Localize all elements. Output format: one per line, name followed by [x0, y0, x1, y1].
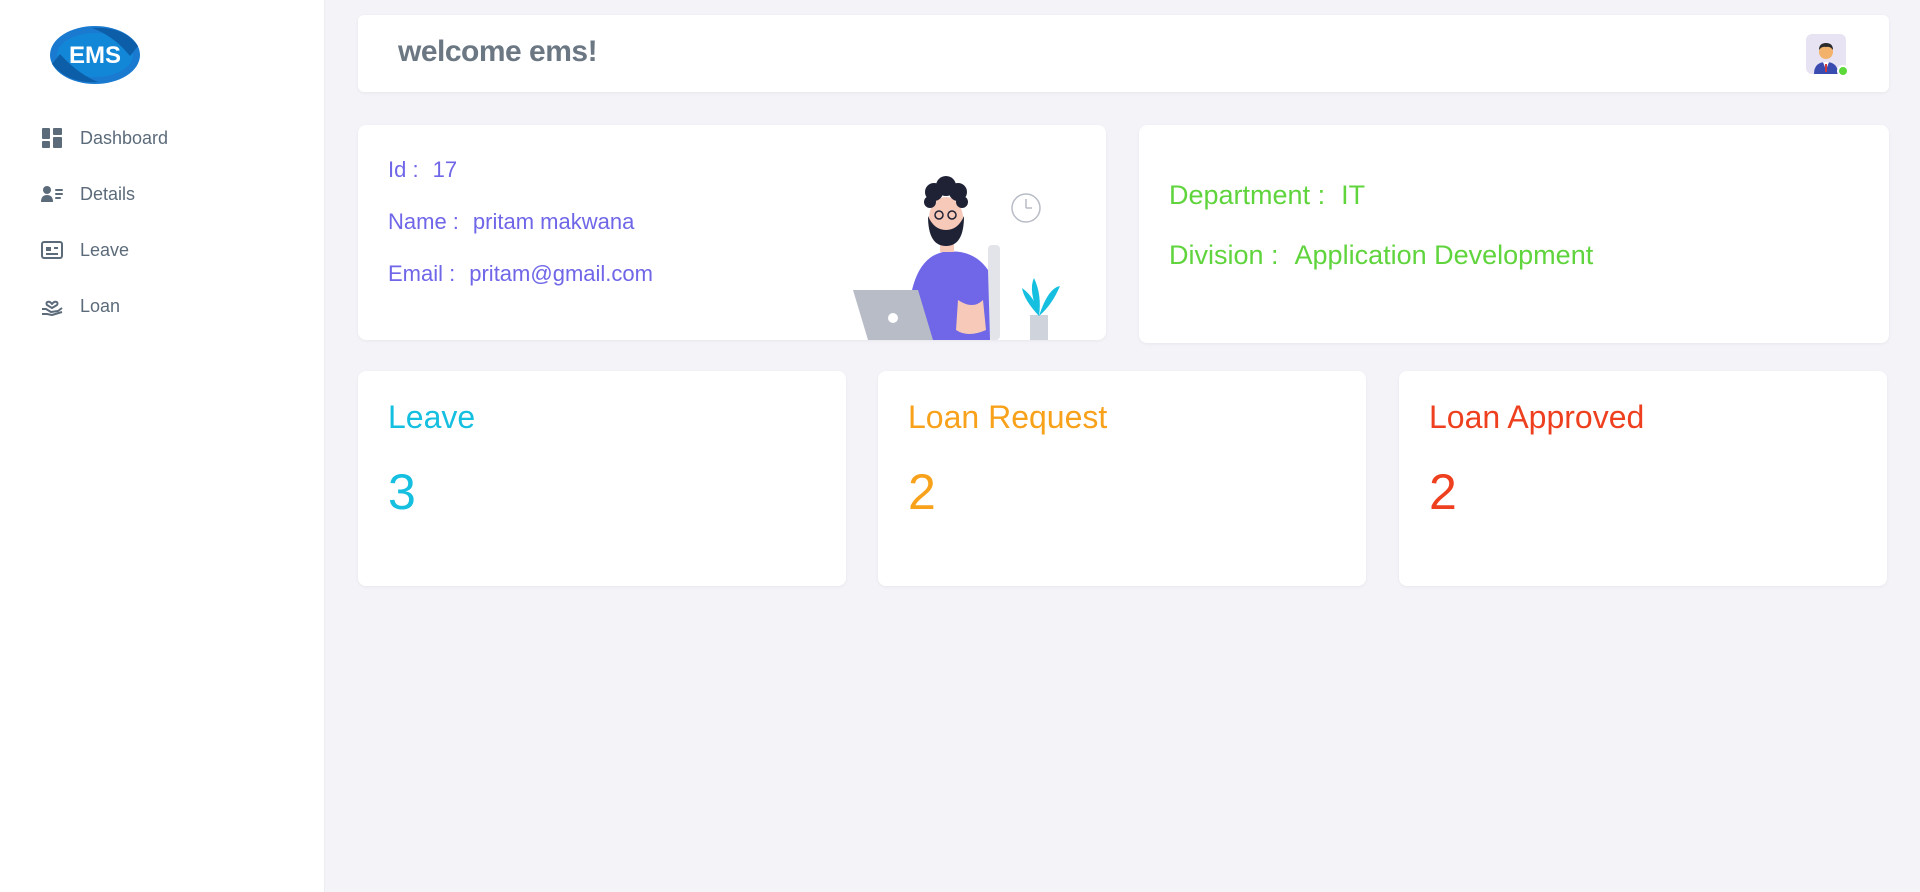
loan-approved-stat-value: 2: [1429, 464, 1457, 520]
leave-stat-title: Leave: [388, 399, 476, 435]
sidebar-item-details[interactable]: Details: [0, 166, 325, 222]
sidebar-item-label: Dashboard: [80, 127, 169, 148]
online-status-dot: [1837, 65, 1849, 77]
department-label: Department :: [1169, 180, 1326, 210]
svg-text:EMS: EMS: [69, 42, 121, 69]
user-list-icon: [40, 182, 64, 206]
avatar[interactable]: [1806, 34, 1849, 77]
dashboard-icon: [40, 126, 64, 150]
sidebar-item-label: Details: [80, 183, 136, 204]
employee-name-row: Name : pritam makwana: [388, 209, 634, 235]
name-value: pritam makwana: [472, 209, 635, 234]
sidebar-item-label: Leave: [80, 239, 130, 260]
leave-stat-value: 3: [388, 464, 416, 520]
department-card: Department : IT Division : Application Dev…: [1139, 125, 1889, 343]
email-value: pritam@gmail.com: [469, 261, 653, 286]
division-row: Division : Application Development: [1169, 240, 1593, 271]
ems-logo[interactable]: EMS: [48, 24, 142, 86]
department-row: Department : IT: [1169, 180, 1365, 211]
id-label: Id :: [388, 157, 419, 182]
division-value: Application Development: [1294, 240, 1594, 270]
leave-stat-card[interactable]: Leave 3: [358, 371, 846, 586]
person-at-laptop-illustration: [848, 160, 1078, 340]
profile-card: Id : 17 Name : pritam makwana Email : prita…: [358, 125, 1106, 340]
employee-id-row: Id : 17: [388, 157, 457, 183]
loan-request-stat-card[interactable]: Loan Request 2: [878, 371, 1366, 586]
page-title: welcome ems!: [398, 35, 598, 68]
sidebar-item-dashboard[interactable]: Dashboard: [0, 110, 325, 166]
division-label: Division :: [1169, 240, 1279, 270]
sidebar: EMS Dashboard Details Leave Loan: [0, 0, 325, 892]
sidebar-item-leave[interactable]: Leave: [0, 222, 325, 278]
sidebar-item-loan[interactable]: Loan: [0, 278, 325, 334]
sidebar-nav: Dashboard Details Leave Loan: [0, 110, 325, 334]
sidebar-item-label: Loan: [80, 295, 121, 316]
id-card-icon: [40, 238, 64, 262]
top-bar: welcome ems!: [358, 15, 1889, 92]
hand-heart-icon: [40, 294, 64, 318]
id-value: 17: [432, 157, 458, 182]
loan-approved-stat-card[interactable]: Loan Approved 2: [1399, 371, 1887, 586]
loan-request-stat-value: 2: [908, 464, 936, 520]
loan-request-stat-title: Loan Request: [908, 399, 1108, 435]
department-value: IT: [1341, 180, 1366, 210]
loan-approved-stat-title: Loan Approved: [1429, 399, 1645, 435]
email-label: Email :: [388, 261, 456, 286]
name-label: Name :: [388, 209, 459, 234]
employee-email-row: Email : pritam@gmail.com: [388, 261, 653, 287]
